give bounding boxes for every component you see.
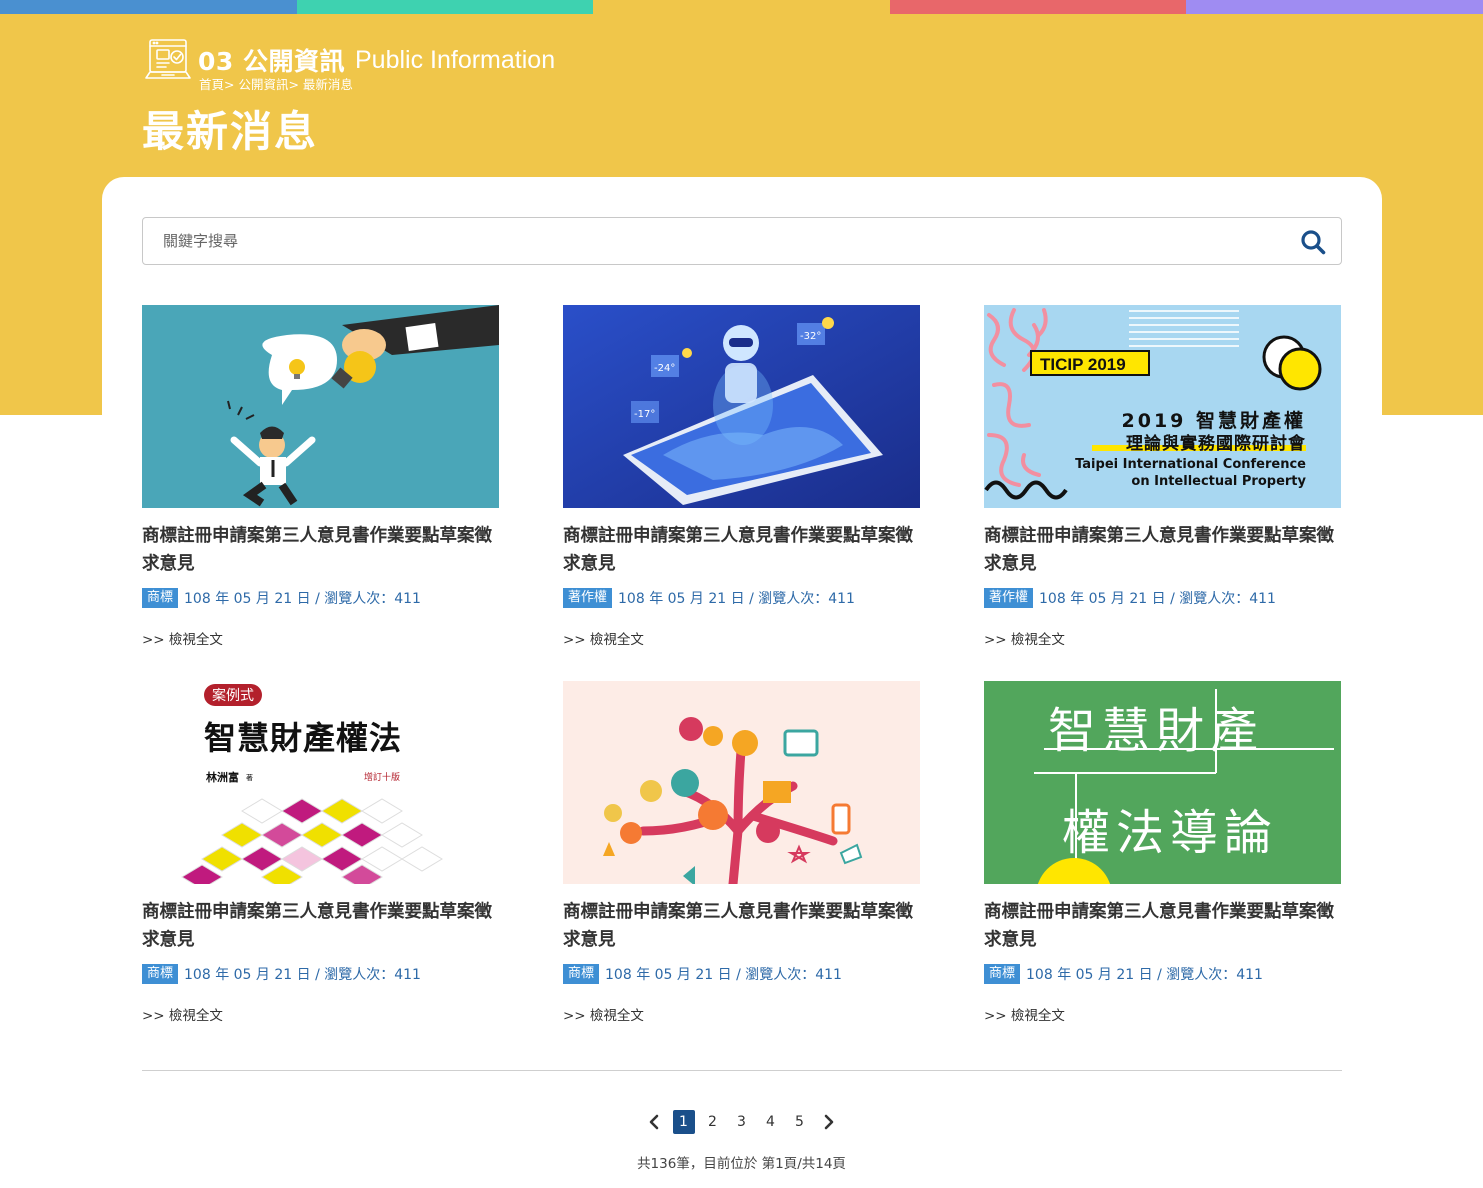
read-more-link[interactable]: >> 檢視全文 [142, 628, 499, 648]
laptop-info-icon [145, 39, 191, 79]
news-meta: 著作權 108 年 05 月 21 日 / 瀏覽人次：411 [563, 588, 920, 608]
category-tag[interactable]: 商標 [563, 964, 600, 984]
ticip-banner-image: TICIP 2019 2019 智慧財產權 理論與實務國際研討會 Taipei … [984, 305, 1341, 508]
green-title-image: 智慧財產 權法導論 [984, 681, 1341, 884]
news-meta: 商標 108 年 05 月 21 日 / 瀏覽人次：411 [142, 588, 499, 608]
news-date-views: 108 年 05 月 21 日 / 瀏覽人次：411 [605, 967, 842, 983]
robot-temp-label: -32° [800, 331, 821, 342]
breadcrumb-public-info[interactable]: > 公開資訊 [224, 74, 288, 93]
idea-tree-image [563, 681, 920, 884]
page-3[interactable]: 3 [731, 1110, 753, 1134]
color-bar-segment [889, 0, 1187, 14]
search-bar [142, 217, 1342, 265]
category-tag[interactable]: 商標 [142, 964, 179, 984]
robot-phone-image: -24° -32° -17° [563, 305, 920, 508]
news-thumbnail[interactable] [563, 681, 920, 884]
news-meta: 商標 108 年 05 月 21 日 / 瀏覽人次：411 [984, 964, 1341, 984]
news-meta: 商標 108 年 05 月 21 日 / 瀏覽人次：411 [563, 964, 920, 984]
book-author-text: 林洲富 [206, 770, 239, 784]
news-card: 智慧財產 權法導論 商標註冊申請案第三人意見書作業要點草案徵求意見 商標 108… [984, 681, 1341, 1024]
read-more-link[interactable]: >> 檢視全文 [984, 628, 1341, 648]
top-color-bar [0, 0, 1483, 14]
news-card: TICIP 2019 2019 智慧財產權 理論與實務國際研討會 Taipei … [984, 305, 1341, 648]
news-card: -24° -32° -17° 商標註冊申請案第三人意見書作業要點草案徵求意見 著… [563, 305, 920, 648]
page-2[interactable]: 2 [702, 1110, 724, 1134]
read-more-link[interactable]: >> 檢視全文 [142, 1004, 499, 1024]
news-title[interactable]: 商標註冊申請案第三人意見書作業要點草案徵求意見 [563, 522, 920, 578]
book-edition-text: 增訂十版 [364, 771, 400, 783]
category-tag[interactable]: 商標 [142, 588, 179, 608]
read-more-link[interactable]: >> 檢視全文 [563, 628, 920, 648]
ticip-badge-text: TICIP 2019 [1040, 355, 1126, 374]
news-date-views: 108 年 05 月 21 日 / 瀏覽人次：411 [618, 591, 855, 607]
book-title-text: 智慧財產權法 [204, 719, 402, 757]
news-date-views: 108 年 05 月 21 日 / 瀏覽人次：411 [1026, 967, 1263, 983]
news-title[interactable]: 商標註冊申請案第三人意見書作業要點草案徵求意見 [563, 898, 920, 954]
ticip-title-line: 2019 智慧財產權 [1122, 409, 1307, 432]
news-thumbnail[interactable] [142, 305, 499, 508]
breadcrumb-home[interactable]: 首頁 [199, 74, 224, 93]
pagination: 1 2 3 4 5 [0, 1110, 1483, 1134]
read-more-link[interactable]: >> 檢視全文 [563, 1004, 920, 1024]
page-4[interactable]: 4 [760, 1110, 782, 1134]
page-title: 最新消息 [142, 107, 319, 156]
news-thumbnail[interactable]: 案例式 智慧財產權法 林洲富 著 增訂十版 [142, 681, 499, 884]
category-tag[interactable]: 著作權 [984, 588, 1034, 608]
breadcrumb: 首頁 > 公開資訊 > 最新消息 [199, 74, 353, 93]
breadcrumb-current[interactable]: > 最新消息 [288, 74, 352, 93]
color-bar-segment [593, 0, 890, 14]
chevron-left-icon[interactable] [643, 1110, 665, 1134]
ticip-title-line: 理論與實務國際研討會 [1126, 433, 1306, 454]
news-title[interactable]: 商標註冊申請案第三人意見書作業要點草案徵求意見 [984, 898, 1341, 954]
category-tag[interactable]: 著作權 [563, 588, 613, 608]
idea-cartoon-image [142, 305, 499, 508]
news-title[interactable]: 商標註冊申請案第三人意見書作業要點草案徵求意見 [142, 898, 499, 954]
green-title-line: 智慧財產 [1048, 703, 1264, 759]
divider [142, 1070, 1342, 1071]
category-tag[interactable]: 商標 [984, 964, 1021, 984]
news-meta: 商標 108 年 05 月 21 日 / 瀏覽人次：411 [142, 964, 499, 984]
page-5[interactable]: 5 [789, 1110, 811, 1134]
robot-temp-label: -17° [634, 409, 655, 420]
book-cover-image: 案例式 智慧財產權法 林洲富 著 增訂十版 [142, 681, 499, 884]
news-date-views: 108 年 05 月 21 日 / 瀏覽人次：411 [184, 591, 421, 607]
news-date-views: 108 年 05 月 21 日 / 瀏覽人次：411 [184, 967, 421, 983]
news-thumbnail[interactable]: TICIP 2019 2019 智慧財產權 理論與實務國際研討會 Taipei … [984, 305, 1341, 508]
search-icon[interactable] [1299, 228, 1327, 256]
news-card: 商標註冊申請案第三人意見書作業要點草案徵求意見 商標 108 年 05 月 21… [142, 305, 499, 648]
search-input[interactable] [143, 218, 1283, 264]
ticip-subtitle-line: Taipei International Conference [1075, 457, 1306, 472]
pagination-summary: 共136筆，目前位於 第1頁/共14頁 [637, 1156, 846, 1172]
news-thumbnail[interactable]: -24° -32° -17° [563, 305, 920, 508]
news-card: 案例式 智慧財產權法 林洲富 著 增訂十版 商標註冊申請案第三人意見書作業要點草… [142, 681, 499, 1024]
ticip-subtitle-line: on Intellectual Property [1131, 474, 1306, 489]
news-date-views: 108 年 05 月 21 日 / 瀏覽人次：411 [1039, 591, 1276, 607]
book-badge-text: 案例式 [212, 687, 254, 704]
news-meta: 著作權 108 年 05 月 21 日 / 瀏覽人次：411 [984, 588, 1341, 608]
news-card: 商標註冊申請案第三人意見書作業要點草案徵求意見 商標 108 年 05 月 21… [563, 681, 920, 1024]
news-thumbnail[interactable]: 智慧財產 權法導論 [984, 681, 1341, 884]
color-bar-segment [1186, 0, 1483, 14]
color-bar-segment [296, 0, 594, 14]
news-title[interactable]: 商標註冊申請案第三人意見書作業要點草案徵求意見 [142, 522, 499, 578]
section-english-title: Public Information [355, 45, 556, 74]
book-author-suffix: 著 [246, 773, 253, 782]
section-number: 03 公開資訊 [198, 47, 345, 76]
read-more-link[interactable]: >> 檢視全文 [984, 1004, 1341, 1024]
color-bar-segment [0, 0, 297, 14]
green-title-line: 權法導論 [1062, 805, 1278, 861]
robot-temp-label: -24° [654, 363, 675, 374]
page-1[interactable]: 1 [672, 1110, 695, 1134]
chevron-right-icon[interactable] [818, 1110, 840, 1134]
news-title[interactable]: 商標註冊申請案第三人意見書作業要點草案徵求意見 [984, 522, 1341, 578]
